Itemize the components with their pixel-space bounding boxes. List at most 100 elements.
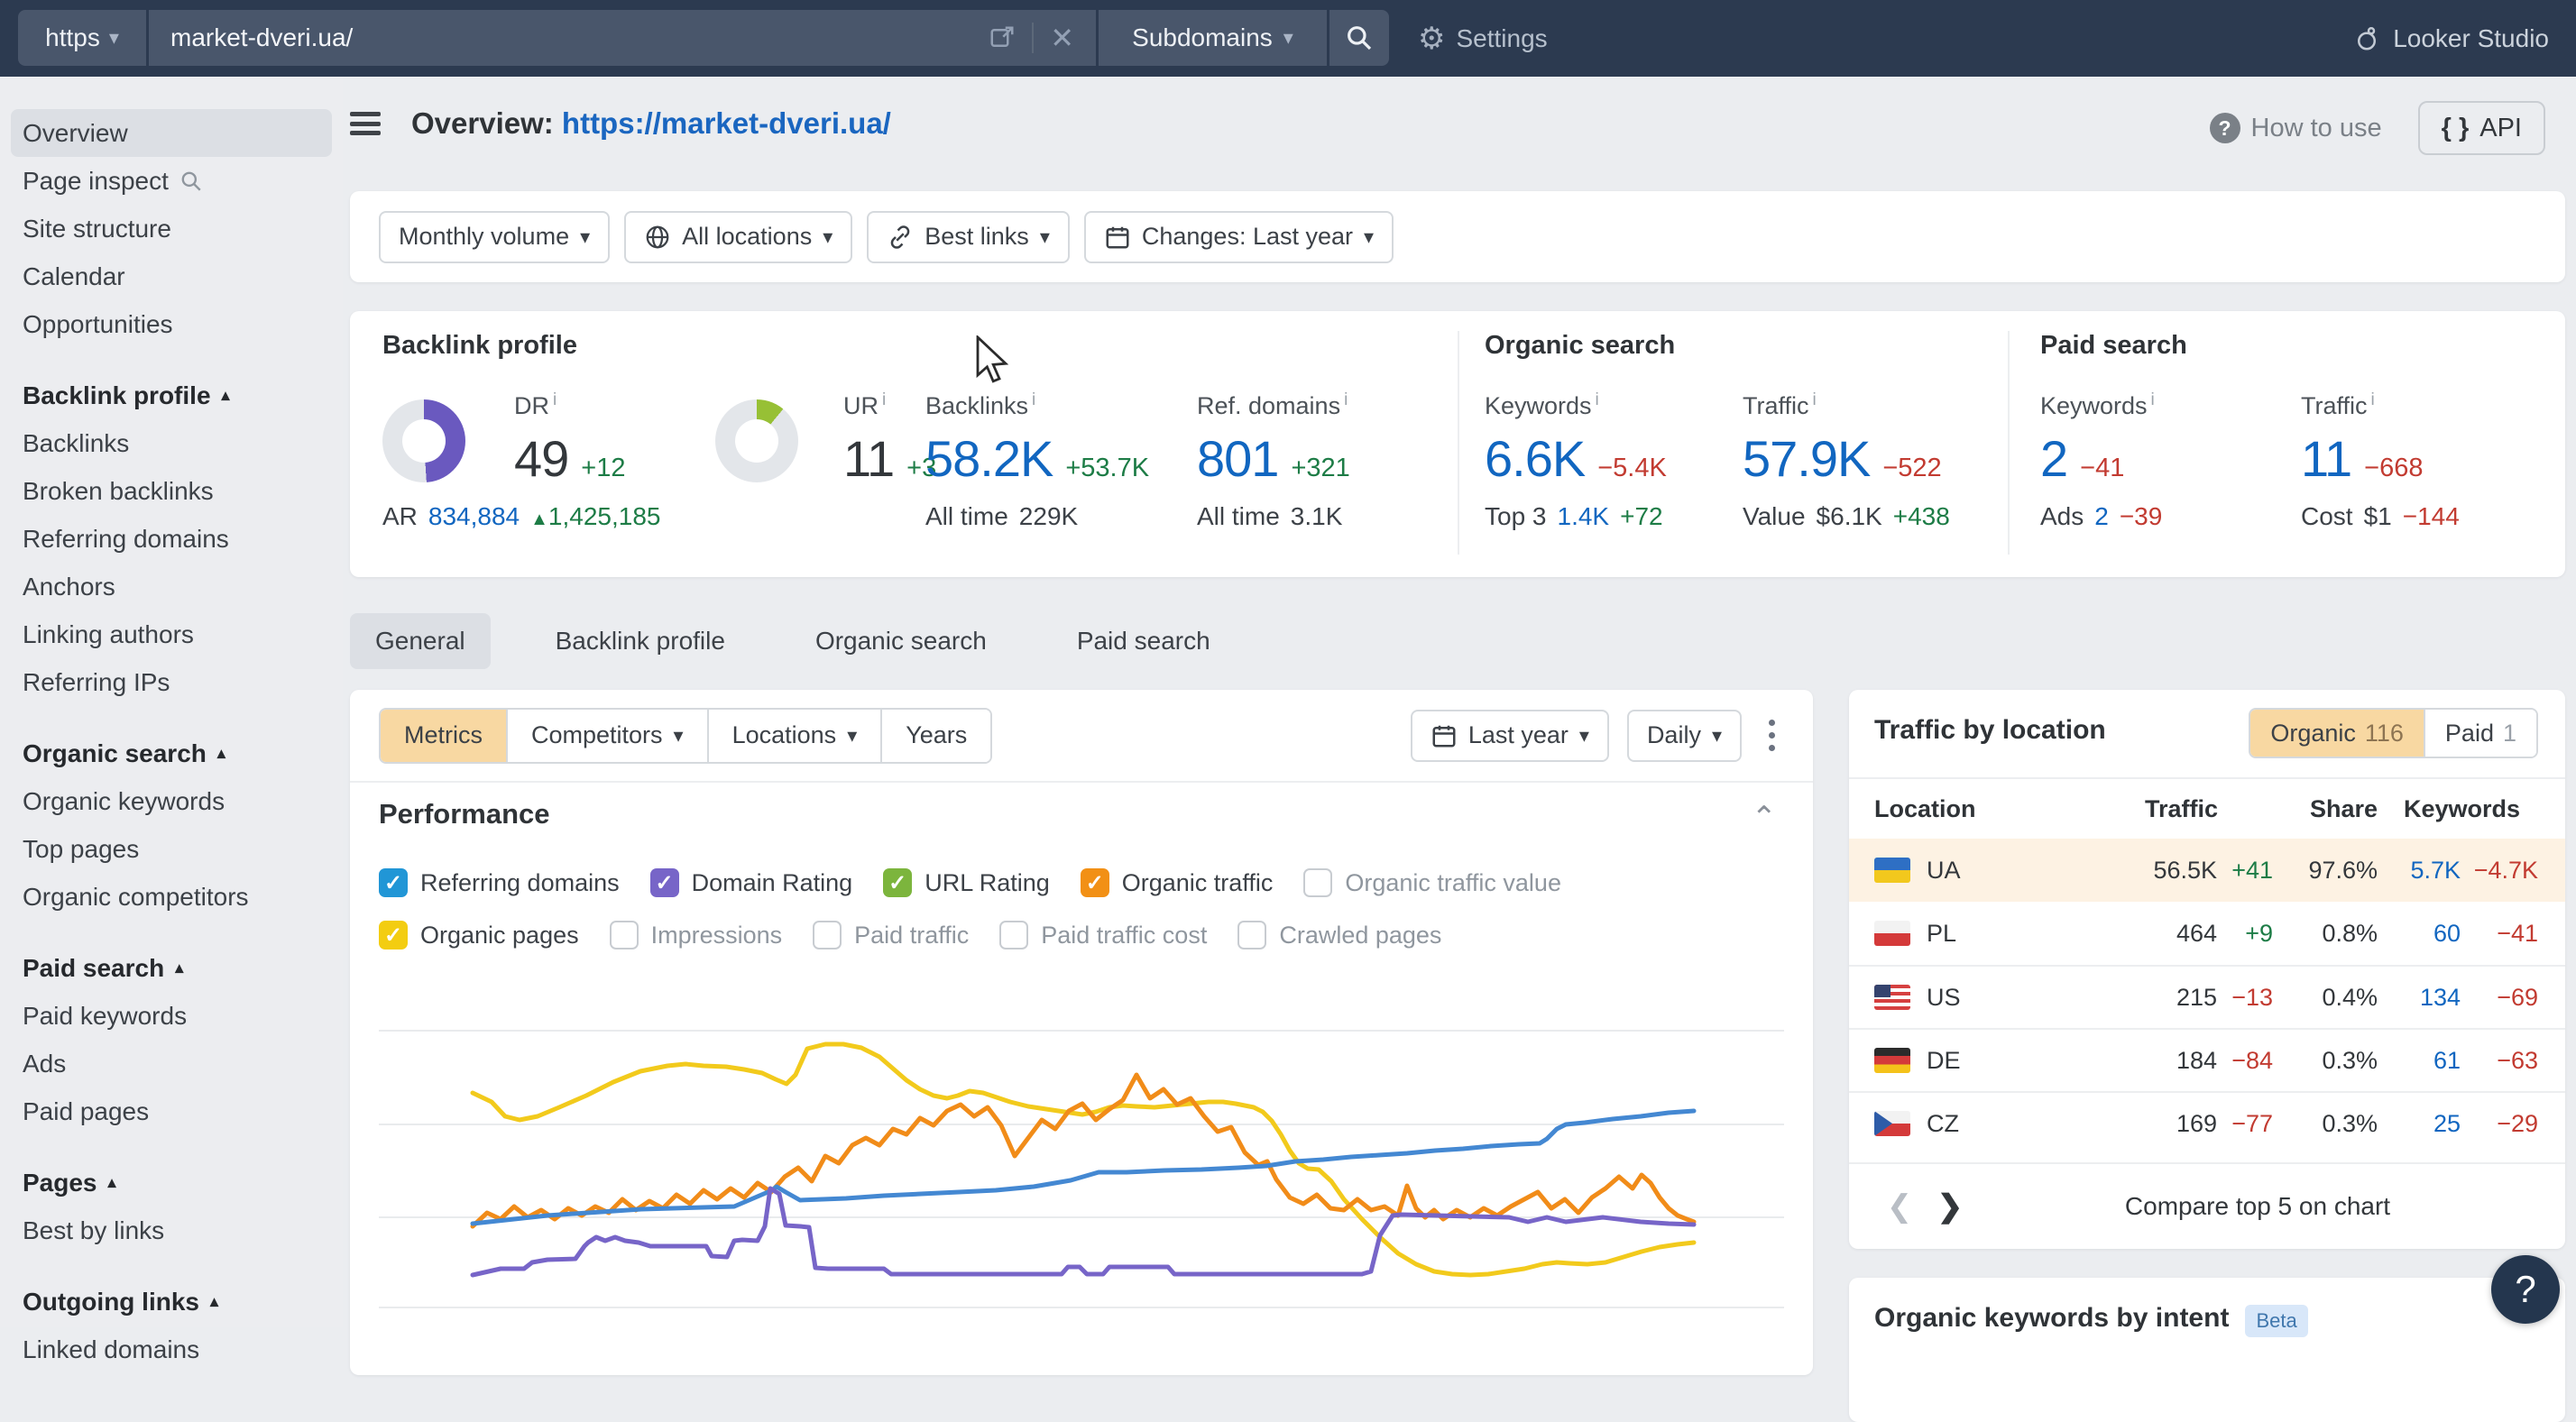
chevron-down-icon: ▾ — [580, 225, 590, 249]
sidebar-item-linked-domains[interactable]: Linked domains — [0, 1326, 343, 1373]
menu-icon[interactable] — [350, 112, 381, 135]
table-row[interactable]: US 215 −13 0.4% 134 −69 — [1849, 965, 2565, 1028]
keywords-value[interactable]: 60 — [2378, 920, 2461, 948]
sidebar-item-paid-pages[interactable]: Paid pages — [0, 1087, 343, 1135]
sidebar-item-best-by-links[interactable]: Best by links — [0, 1206, 343, 1254]
sidebar-item-referring-domains[interactable]: Referring domains — [0, 515, 343, 563]
target-url-link[interactable]: https://market-dveri.ua/ — [562, 106, 891, 140]
sidebar-item-organic-competitors[interactable]: Organic competitors — [0, 873, 343, 921]
scope-dropdown[interactable]: Subdomains ▾ — [1099, 10, 1327, 66]
protocol-dropdown[interactable]: https ▾ — [18, 10, 146, 66]
sidebar-item-broken-backlinks[interactable]: Broken backlinks — [0, 467, 343, 515]
checkbox-url-rating[interactable]: ✓URL Rating — [883, 868, 1050, 897]
checkbox-domain-rating[interactable]: ✓Domain Rating — [650, 868, 853, 897]
col-location[interactable]: Location — [1874, 795, 2145, 823]
api-button[interactable]: { } API — [2418, 101, 2545, 155]
sidebar-item-backlinks[interactable]: Backlinks — [0, 419, 343, 467]
checkbox-icon: ✓ — [379, 868, 408, 897]
how-to-use-button[interactable]: ? How to use — [2210, 113, 2382, 143]
compare-top5-link[interactable]: Compare top 5 on chart — [1975, 1192, 2540, 1221]
sidebar-item-calendar[interactable]: Calendar — [0, 252, 343, 300]
checkbox-paid-traffic[interactable]: Paid traffic — [813, 921, 969, 950]
sidebar-item-ads[interactable]: Ads — [0, 1040, 343, 1087]
sidebar-section-pages[interactable]: Pages▴ — [0, 1159, 343, 1206]
period-dropdown[interactable]: Last year ▾ — [1411, 710, 1609, 762]
table-row[interactable]: PL 464 +9 0.8% 60 −41 — [1849, 902, 2565, 965]
tab-organic-search[interactable]: Organic search — [790, 613, 1012, 669]
help-button[interactable]: ? — [2491, 1255, 2560, 1324]
sidebar-item-organic-keywords[interactable]: Organic keywords — [0, 777, 343, 825]
tab-backlink-profile[interactable]: Backlink profile — [530, 613, 750, 669]
keywords-value[interactable]: 5.7K — [2378, 857, 2461, 885]
sidebar-item-opportunities[interactable]: Opportunities — [0, 300, 343, 348]
checkbox-referring-domains[interactable]: ✓Referring domains — [379, 868, 620, 897]
ahrefs-rank-row: AR 834,884 ▲1,425,185 — [382, 502, 661, 531]
volume-mode-label: Monthly volume — [399, 223, 569, 251]
col-traffic[interactable]: Traffic — [2145, 795, 2217, 823]
keywords-value[interactable]: 134 — [2378, 984, 2461, 1012]
checkbox-crawled-pages[interactable]: Crawled pages — [1237, 921, 1441, 950]
table-row[interactable]: CZ 169 −77 0.3% 25 −29 — [1849, 1091, 2565, 1154]
tab-general[interactable]: General — [350, 613, 491, 669]
segment-competitors[interactable]: Competitors▾ — [506, 710, 707, 762]
chevron-up-icon: ▴ — [175, 959, 183, 977]
scope-label: Subdomains — [1132, 23, 1273, 52]
sidebar-item-paid-keywords[interactable]: Paid keywords — [0, 992, 343, 1040]
best-links-dropdown[interactable]: Best links ▾ — [867, 211, 1070, 263]
metric-value[interactable]: 57.9K — [1743, 429, 1870, 488]
table-row[interactable]: UA 56.5K +41 97.6% 5.7K −4.7K — [1849, 839, 2565, 902]
granularity-dropdown[interactable]: Daily ▾ — [1627, 710, 1742, 762]
metric-value[interactable]: 6.6K — [1485, 429, 1585, 488]
metric-value[interactable]: 2 — [2040, 429, 2067, 488]
metric-delta: −522 — [1882, 454, 1941, 483]
keywords-value[interactable]: 61 — [2378, 1047, 2461, 1075]
sidebar-item-site-structure[interactable]: Site structure — [0, 205, 343, 252]
next-page-icon[interactable]: ❯ — [1925, 1188, 1975, 1225]
segment-metrics[interactable]: Metrics — [381, 710, 506, 762]
checkbox-impressions[interactable]: Impressions — [610, 921, 783, 950]
sidebar-section-paid-search[interactable]: Paid search▴ — [0, 944, 343, 992]
sidebar-item-page-inspect[interactable]: Page inspect — [0, 157, 343, 205]
volume-mode-dropdown[interactable]: Monthly volume ▾ — [379, 211, 610, 263]
settings-button[interactable]: ⚙ Settings — [1418, 0, 1548, 77]
sidebar-item-label: Page inspect — [23, 167, 169, 196]
sidebar-item-anchors[interactable]: Anchors — [0, 563, 343, 610]
keywords-value[interactable]: 25 — [2378, 1110, 2461, 1138]
checkbox-paid-traffic-cost[interactable]: Paid traffic cost — [999, 921, 1207, 950]
checkbox-organic-pages[interactable]: ✓Organic pages — [379, 921, 579, 950]
sidebar-item-referring-ips[interactable]: Referring IPs — [0, 658, 343, 706]
sidebar-section-outgoing-links[interactable]: Outgoing links▴ — [0, 1278, 343, 1326]
tab-paid-search[interactable]: Paid search — [1052, 613, 1236, 669]
sidebar-item-linking-authors[interactable]: Linking authors — [0, 610, 343, 658]
ar-value[interactable]: 834,884 — [428, 502, 520, 531]
toggle-organic[interactable]: Organic 116 — [2250, 710, 2424, 757]
sidebar-section-organic-search[interactable]: Organic search▴ — [0, 729, 343, 777]
page-title-prefix: Overview: — [411, 106, 554, 140]
search-button[interactable] — [1329, 10, 1389, 66]
metric-value[interactable]: 801 — [1197, 429, 1278, 488]
prev-page-icon[interactable]: ❮ — [1874, 1188, 1925, 1225]
segment-locations[interactable]: Locations▾ — [707, 710, 881, 762]
checkbox-organic-traffic-value[interactable]: Organic traffic value — [1303, 868, 1561, 897]
checkbox-organic-traffic[interactable]: ✓Organic traffic — [1081, 868, 1274, 897]
segment-years[interactable]: Years — [880, 710, 990, 762]
table-row[interactable]: DE 184 −84 0.3% 61 −63 — [1849, 1028, 2565, 1091]
open-external-icon[interactable] — [989, 24, 1016, 51]
sidebar-item-top-pages[interactable]: Top pages — [0, 825, 343, 873]
target-url-input[interactable]: market-dveri.ua/ ✕ — [149, 10, 1096, 66]
more-options-icon[interactable] — [1760, 720, 1784, 751]
collapse-section-icon[interactable]: ⌃ — [1752, 800, 1778, 836]
looker-studio-button[interactable]: Looker Studio — [2353, 0, 2549, 77]
col-share[interactable]: Share — [2273, 795, 2378, 823]
changes-period-dropdown[interactable]: Changes: Last year ▾ — [1084, 211, 1394, 263]
sidebar-section-backlink-profile[interactable]: Backlink profile▴ — [0, 372, 343, 419]
chevron-up-icon: ▴ — [217, 744, 225, 763]
col-keywords[interactable]: Keywords — [2378, 795, 2538, 823]
locations-filter-dropdown[interactable]: All locations ▾ — [624, 211, 852, 263]
sidebar-item-label: Overview — [23, 119, 128, 148]
toggle-paid[interactable]: Paid 1 — [2424, 710, 2536, 757]
metric-value[interactable]: 58.2K — [925, 429, 1053, 488]
sidebar-item-overview[interactable]: Overview — [11, 109, 332, 157]
clear-url-icon[interactable]: ✕ — [1050, 21, 1074, 55]
metric-value[interactable]: 11 — [2301, 429, 2351, 488]
